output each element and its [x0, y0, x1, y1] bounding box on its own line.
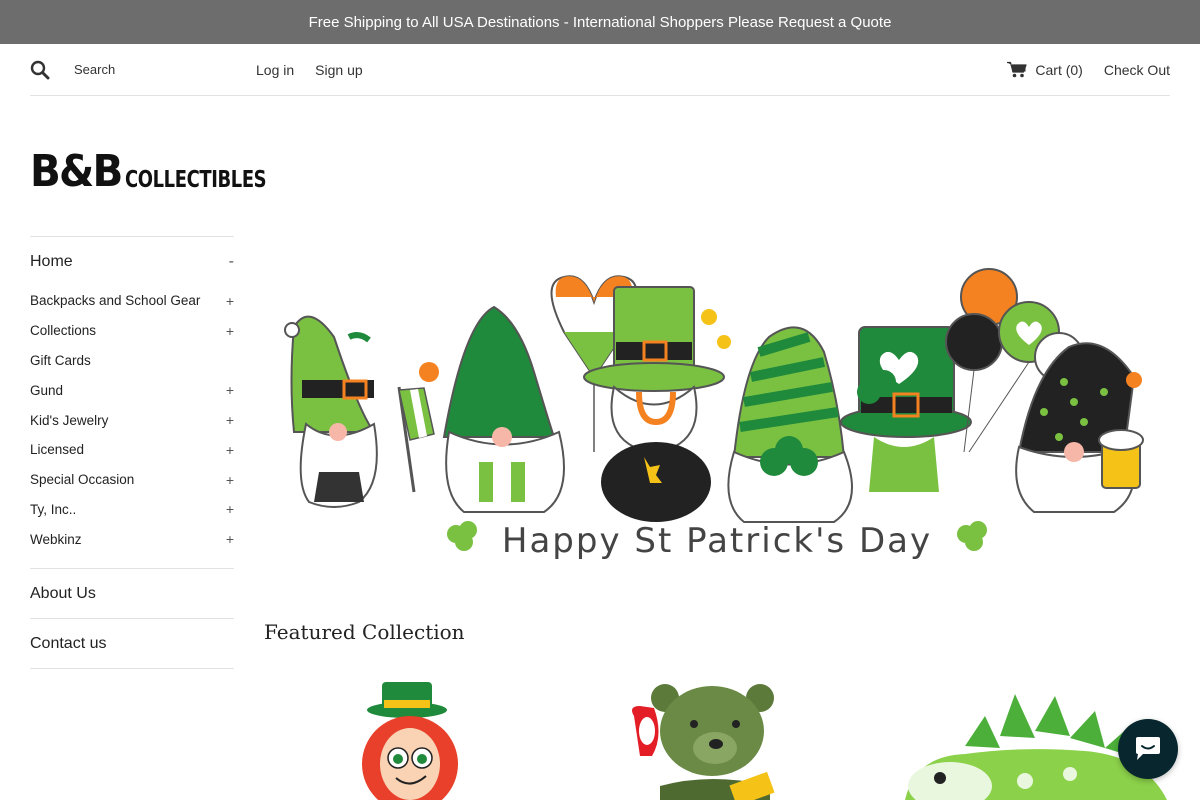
sidebar-sub-list: Backpacks and School Gear + Collections …	[30, 286, 234, 568]
cart-count: (0)	[1065, 61, 1083, 78]
expand-toggle[interactable]: +	[226, 442, 234, 458]
sidebar-item-about[interactable]: About Us	[30, 568, 234, 618]
expand-toggle[interactable]: +	[226, 382, 234, 398]
featured-collection-title: Featured Collection	[264, 620, 465, 644]
cart-label: Cart	[1035, 61, 1062, 78]
sidebar-item-special-occasion[interactable]: Special Occasion +	[30, 465, 234, 495]
expand-toggle[interactable]: +	[226, 501, 234, 517]
chat-icon	[1136, 737, 1160, 760]
announcement-bar: Free Shipping to All USA Destinations - …	[0, 0, 1200, 44]
sidebar-item-label: Contact us	[30, 634, 107, 652]
checkout-link[interactable]: Check Out	[1104, 62, 1170, 78]
signup-link[interactable]: Sign up	[315, 62, 362, 78]
sidebar-item-label: Licensed	[30, 442, 85, 458]
cart-links: Cart (0) Check Out	[1007, 61, 1170, 78]
sidebar-item-label: Home	[30, 252, 73, 270]
sidebar-item-webkinz[interactable]: Webkinz +	[30, 524, 234, 554]
sidebar-item-contact[interactable]: Contact us	[30, 618, 234, 668]
sidebar-item-label: Gund	[30, 382, 64, 398]
gnome-illustration	[727, 326, 853, 523]
hero-banner[interactable]: Happy St Patrick's Day	[264, 262, 1170, 592]
sidebar-nav: Home - Backpacks and School Gear + Colle…	[30, 236, 234, 670]
sidebar-item-gund[interactable]: Gund +	[30, 375, 234, 405]
shamrock-icon	[447, 521, 477, 551]
chat-button[interactable]	[1118, 719, 1178, 779]
gnome-illustration	[419, 305, 565, 513]
logo-big-text: B&B	[30, 146, 123, 197]
sidebar-item-licensed[interactable]: Licensed +	[30, 435, 234, 465]
search-icon	[30, 60, 50, 79]
shamrock-icon	[957, 521, 987, 551]
sidebar-item-label: Webkinz	[30, 531, 82, 547]
sidebar-item-label: Collections	[30, 323, 97, 339]
sidebar-divider	[30, 668, 234, 670]
expand-toggle[interactable]: +	[226, 323, 234, 339]
top-bar: Log in Sign up Cart (0) Check Out	[30, 44, 1170, 96]
collapse-toggle[interactable]: -	[229, 253, 234, 271]
sidebar-item-kids-jewelry[interactable]: Kid's Jewelry +	[30, 405, 234, 435]
sidebar-item-label: Special Occasion	[30, 472, 135, 488]
sidebar-item-home[interactable]: Home -	[30, 236, 234, 286]
expand-toggle[interactable]: +	[226, 472, 234, 488]
product-image[interactable]	[620, 676, 800, 800]
store-logo[interactable]: B&B COLLECTIBLES	[30, 140, 267, 197]
sidebar-item-label: Gift Cards	[30, 352, 91, 368]
sidebar-item-label: Ty, Inc..	[30, 501, 77, 517]
sidebar-item-label: Kid's Jewelry	[30, 412, 109, 428]
sidebar-item-label: About Us	[30, 584, 96, 602]
sidebar-item-backpacks[interactable]: Backpacks and School Gear +	[30, 286, 234, 316]
expand-toggle[interactable]: +	[226, 531, 234, 547]
expand-toggle[interactable]: +	[226, 293, 234, 309]
announcement-text: Free Shipping to All USA Destinations - …	[308, 13, 892, 31]
cart-link[interactable]: Cart (0)	[1007, 61, 1083, 78]
cart-icon	[1007, 61, 1027, 78]
search-button[interactable]	[30, 54, 62, 86]
gnome-illustration	[1015, 342, 1144, 513]
gnome-illustration	[284, 315, 435, 508]
search-input[interactable]	[74, 62, 254, 77]
expand-toggle[interactable]: +	[226, 412, 234, 428]
product-image[interactable]	[340, 676, 490, 800]
sidebar-item-gift-cards[interactable]: Gift Cards	[30, 346, 234, 376]
sidebar-item-collections[interactable]: Collections +	[30, 316, 234, 346]
sidebar-item-label: Backpacks and School Gear	[30, 293, 201, 309]
sidebar-item-ty-inc[interactable]: Ty, Inc.. +	[30, 495, 234, 525]
logo-small-text: COLLECTIBLES	[125, 167, 267, 193]
login-link[interactable]: Log in	[256, 62, 294, 78]
hero-caption: Happy St Patrick's Day	[502, 521, 932, 561]
account-links: Log in Sign up	[256, 62, 363, 78]
